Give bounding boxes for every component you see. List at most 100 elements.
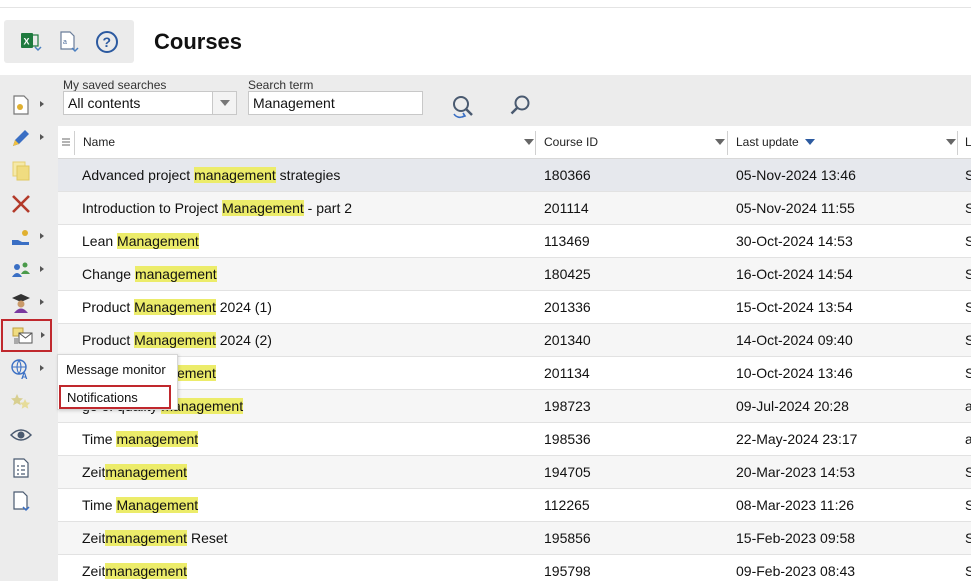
name-text: Introduction to Project xyxy=(82,200,223,216)
cell-name: Zeit management Reset xyxy=(82,522,527,554)
page-title: Courses xyxy=(154,29,243,54)
search-bar: My saved searches All contents Search te… xyxy=(58,75,971,126)
table-row[interactable]: ge of quality management19872309-Jul-202… xyxy=(58,390,971,423)
column-separator xyxy=(535,131,536,155)
cell-course-id: 201340 xyxy=(544,332,591,348)
table-row[interactable]: Lean Management 113469 30-Oct-2024 14:53 S xyxy=(58,225,971,258)
excel-export-icon[interactable]: X xyxy=(18,29,44,55)
checklist-button[interactable] xyxy=(0,451,54,484)
search-term-label: Search term xyxy=(248,78,314,92)
cell-name: Zeit management xyxy=(82,555,527,581)
search-icon[interactable] xyxy=(508,94,534,120)
table-row[interactable]: Introduction to Project Management - par… xyxy=(58,192,971,225)
search-highlight: Management xyxy=(134,332,216,348)
submenu-arrow-icon xyxy=(40,233,44,239)
copy-button[interactable] xyxy=(0,154,54,187)
column-header-course-id[interactable]: Course ID xyxy=(544,126,704,158)
table-row[interactable]: Advanced project management strategies 18… xyxy=(58,159,971,192)
name-text: Lean xyxy=(82,233,118,249)
document-export-icon xyxy=(13,490,30,511)
document-export-button[interactable] xyxy=(0,484,54,517)
preview-eye-icon xyxy=(10,428,32,441)
transfer-button[interactable] xyxy=(0,220,54,253)
submenu-arrow-icon xyxy=(40,101,44,107)
reset-search-icon[interactable] xyxy=(450,94,476,120)
cell-last-update: 09-Jul-2024 20:28 xyxy=(736,398,849,414)
name-text: 2024 (2) xyxy=(215,332,272,348)
language-icon: A xyxy=(11,358,28,380)
cell-course-id: 113469 xyxy=(544,233,590,249)
name-text: Product xyxy=(82,332,135,348)
cell-course-id: 201134 xyxy=(544,365,590,381)
edit-button[interactable] xyxy=(0,121,54,154)
message-monitor-button[interactable] xyxy=(1,319,52,352)
svg-text:A: A xyxy=(21,371,28,380)
cell-name: Lean Management xyxy=(82,225,527,257)
table-row[interactable]: Time Management 112265 08-Mar-2023 11:26 S xyxy=(58,489,971,522)
help-icon[interactable]: ? xyxy=(94,29,120,55)
cell-last-update: 14-Oct-2024 09:40 xyxy=(736,332,853,348)
column-header-last-update[interactable]: Last update xyxy=(736,126,936,158)
name-text: strategies xyxy=(275,167,341,183)
new-course-icon xyxy=(13,94,29,115)
table-row[interactable]: Time management 198536 22-May-2024 23:17 a xyxy=(58,423,971,456)
column-separator xyxy=(74,131,75,155)
cell-l: a xyxy=(965,398,971,414)
filter-chevron-icon[interactable] xyxy=(715,139,725,145)
submenu-arrow-icon xyxy=(40,365,44,371)
cell-name: Product Management 2024 (2) xyxy=(82,324,527,356)
table-row[interactable]: Product Management 2024 (1) 201336 15-Oct-… xyxy=(58,291,971,324)
cell-course-id: 201114 xyxy=(544,200,589,216)
column-menu-icon[interactable] xyxy=(58,126,74,158)
saved-searches-label: My saved searches xyxy=(63,78,167,92)
cell-l: S xyxy=(965,233,971,249)
new-course-button[interactable] xyxy=(0,88,54,121)
table-row[interactable]: Zeit management 195798 09-Feb-2023 08:43 S xyxy=(58,555,971,581)
cell-last-update: 22-May-2024 23:17 xyxy=(736,431,858,447)
hand-transfer-icon xyxy=(12,229,29,245)
cell-last-update: 16-Oct-2024 14:54 xyxy=(736,266,853,282)
filter-chevron-icon[interactable] xyxy=(946,139,956,145)
search-term-input[interactable] xyxy=(248,91,423,115)
participants-button[interactable] xyxy=(0,253,54,286)
table-row[interactable]: Zeit management 194705 20-Mar-2023 14:53 S xyxy=(58,456,971,489)
table-row[interactable]: Product Management 2024 (2) 201340 14-Oct-… xyxy=(58,324,971,357)
filter-chevron-icon[interactable] xyxy=(524,139,534,145)
cell-course-id: 195856 xyxy=(544,530,591,546)
column-header-name[interactable]: Name xyxy=(83,126,503,158)
column-header-label: Name xyxy=(83,135,116,149)
graduate-button[interactable] xyxy=(0,286,54,319)
chevron-down-icon[interactable] xyxy=(212,92,236,114)
column-header-label: L xyxy=(965,135,971,149)
cell-course-id: 180425 xyxy=(544,266,591,282)
cell-last-update: 05-Nov-2024 11:55 xyxy=(736,200,855,216)
submenu-arrow-icon xyxy=(41,332,45,338)
table-row[interactable]: Product Management20113410-Oct-2024 13:4… xyxy=(58,357,971,390)
menu-item-notifications[interactable]: Notifications xyxy=(59,385,171,409)
search-highlight: management xyxy=(105,464,188,480)
column-header-l[interactable]: L xyxy=(965,126,971,158)
menu-item-message-monitor[interactable]: Message monitor xyxy=(58,357,178,381)
delete-button[interactable] xyxy=(0,187,54,220)
cell-last-update: 15-Oct-2024 13:54 xyxy=(736,299,853,315)
cell-name: Time Management xyxy=(82,489,527,521)
document-export-icon[interactable]: a xyxy=(56,29,82,55)
preview-button[interactable] xyxy=(0,418,54,451)
table-row[interactable]: Zeit management Reset 195856 15-Feb-2023 09… xyxy=(58,522,971,555)
cell-last-update: 30-Oct-2024 14:53 xyxy=(736,233,853,249)
language-button[interactable]: A xyxy=(0,352,54,385)
graduate-icon xyxy=(12,293,30,313)
svg-text:a: a xyxy=(63,39,67,46)
cell-course-id: 201336 xyxy=(544,299,591,315)
sort-descending-icon xyxy=(804,139,815,145)
cell-course-id: 194705 xyxy=(544,464,591,480)
search-highlight: Management xyxy=(117,233,199,249)
grid-header: Name Course ID Last update L xyxy=(58,126,971,159)
submenu-arrow-icon xyxy=(40,299,44,305)
cell-l: S xyxy=(965,299,971,315)
table-row[interactable]: Change management 180425 16-Oct-2024 14:54… xyxy=(58,258,971,291)
search-highlight: management xyxy=(194,167,276,183)
rating-button[interactable] xyxy=(0,385,54,418)
cell-name: Advanced project management strategies xyxy=(82,159,527,191)
saved-searches-select[interactable]: All contents xyxy=(63,91,237,115)
